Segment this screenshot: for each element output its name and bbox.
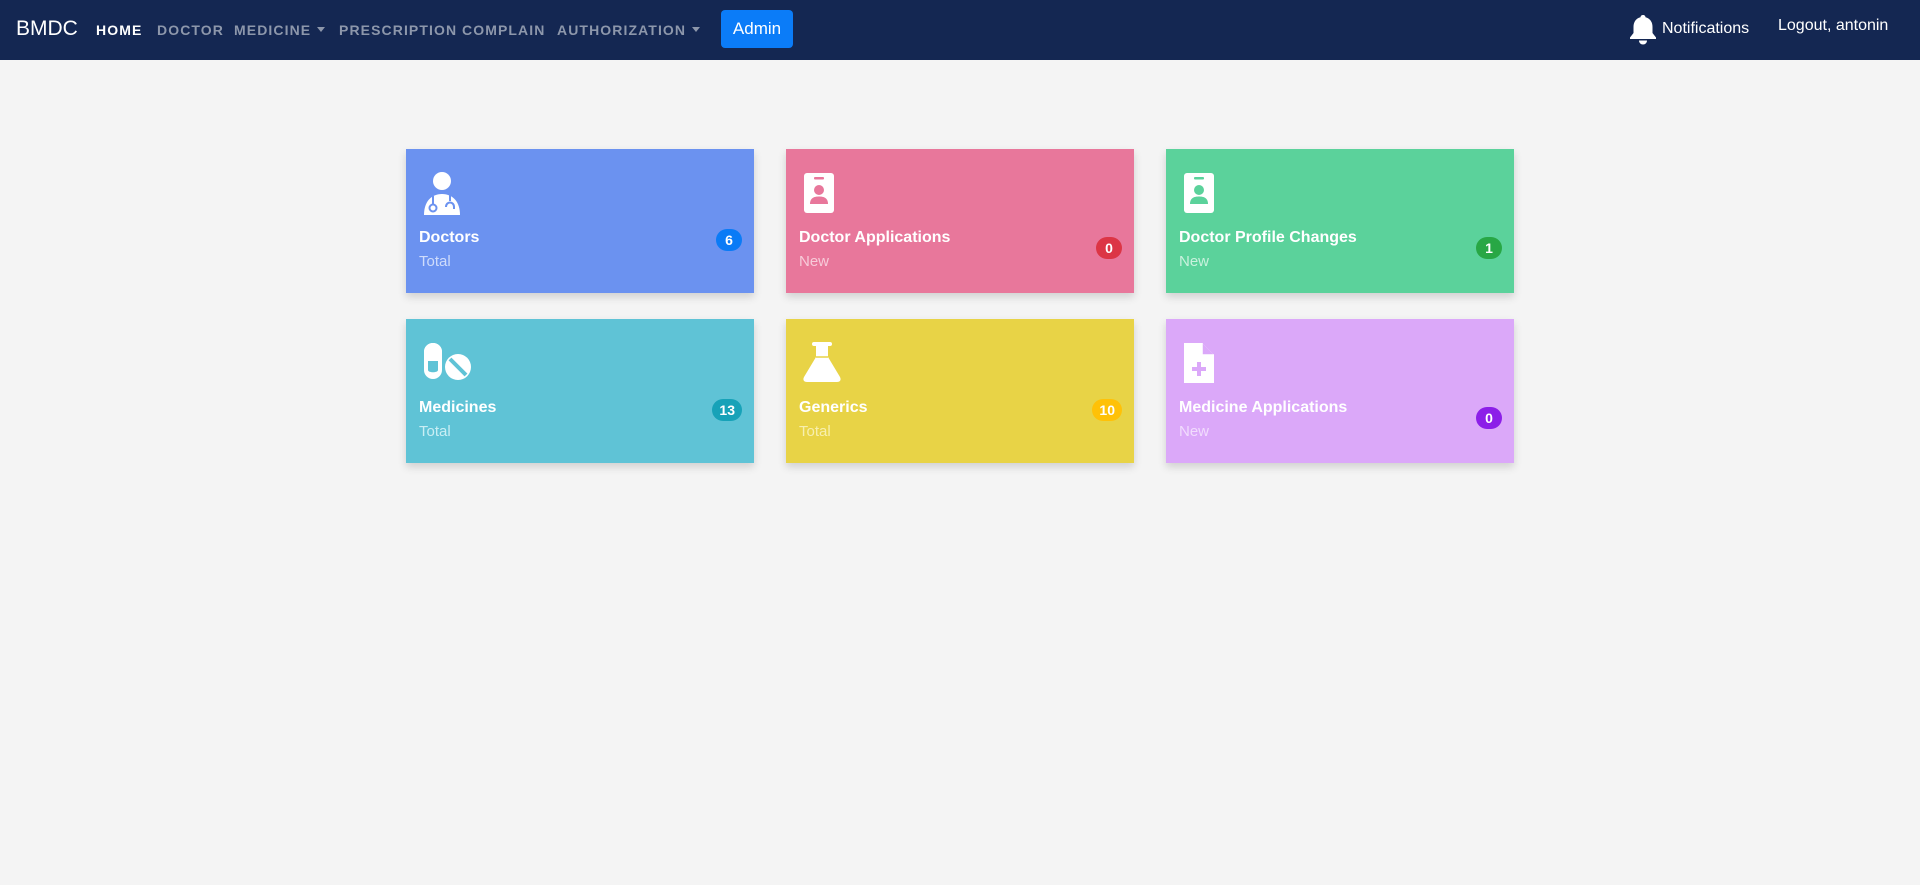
chevron-down-icon (317, 27, 326, 32)
notifications-label: Notifications (1662, 20, 1750, 37)
card-subtitle: Total (799, 423, 831, 440)
count-badge: 0 (1096, 237, 1122, 259)
card-subtitle: New (1179, 253, 1210, 270)
doctor-profile-changes-card[interactable]: Doctor Profile Changes New 1 (1166, 149, 1514, 293)
id-badge-icon (1182, 171, 1216, 220)
nav-authorization-label: AUTHORIZATION (557, 22, 687, 38)
medicine-applications-card[interactable]: Medicine Applications New 0 (1166, 319, 1514, 463)
nav-medicine-label: MEDICINE (234, 22, 312, 38)
nav-authorization-dropdown[interactable]: AUTHORIZATION (557, 22, 701, 38)
pills-icon (422, 341, 472, 386)
doctors-card[interactable]: Doctors Total 6 (406, 149, 754, 293)
nav-prescription[interactable]: PRESCRIPTION (339, 22, 457, 38)
count-badge: 13 (712, 399, 742, 421)
brand-logo[interactable]: BMDC (16, 17, 78, 41)
nav-complain[interactable]: COMPLAIN (462, 22, 545, 38)
flask-icon (802, 341, 842, 388)
bell-icon (1630, 15, 1656, 45)
top-navbar: BMDC HOME DOCTOR MEDICINE PRESCRIPTION C… (0, 0, 1920, 60)
medicines-card[interactable]: Medicines Total 13 (406, 319, 754, 463)
card-title: Medicines (419, 399, 497, 416)
card-subtitle: Total (419, 423, 451, 440)
file-medical-icon (1182, 341, 1216, 390)
nav-doctor[interactable]: DOCTOR (157, 22, 224, 38)
doctor-icon (422, 171, 462, 220)
nav-medicine-dropdown[interactable]: MEDICINE (234, 22, 326, 38)
count-badge: 10 (1092, 399, 1122, 421)
count-badge: 1 (1476, 237, 1502, 259)
generics-card[interactable]: Generics Total 10 (786, 319, 1134, 463)
count-badge: 0 (1476, 407, 1502, 429)
card-subtitle: New (799, 253, 830, 270)
card-title: Doctor Applications (799, 229, 951, 246)
card-title: Medicine Applications (1179, 399, 1348, 416)
admin-button[interactable]: Admin (721, 10, 793, 48)
count-badge: 6 (716, 229, 742, 251)
card-title: Generics (799, 399, 868, 416)
card-subtitle: New (1179, 423, 1210, 440)
card-subtitle: Total (419, 253, 451, 270)
card-title: Doctors (419, 229, 480, 246)
logout-link[interactable]: Logout, antonin (1778, 17, 1888, 35)
card-title: Doctor Profile Changes (1179, 229, 1357, 246)
notifications-link[interactable]: Notifications (1628, 12, 1749, 46)
chevron-down-icon (692, 27, 701, 32)
nav-home[interactable]: HOME (96, 22, 142, 38)
id-badge-icon (802, 171, 836, 220)
doctor-applications-card[interactable]: Doctor Applications New 0 (786, 149, 1134, 293)
